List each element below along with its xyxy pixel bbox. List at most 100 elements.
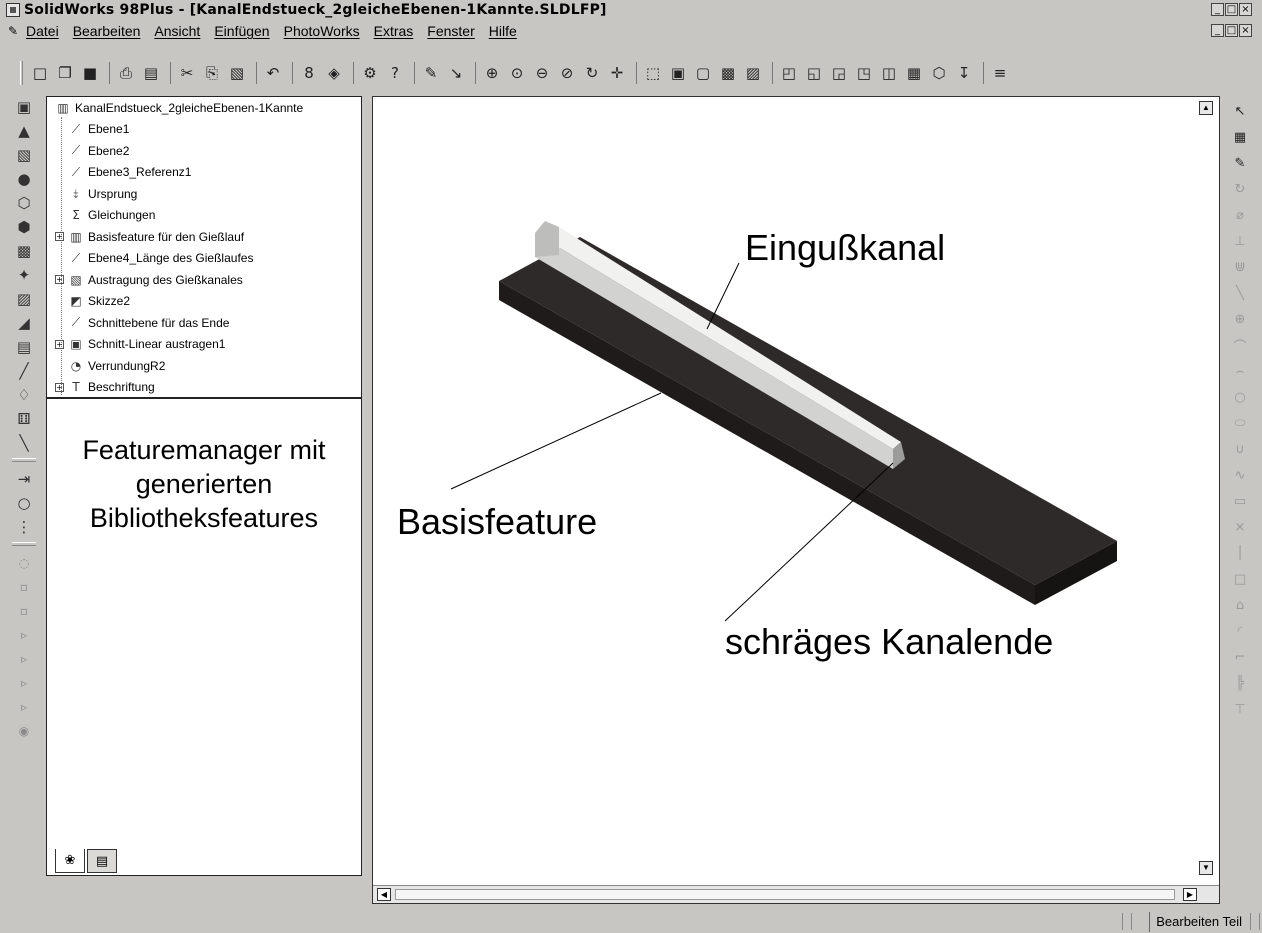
menu-einfuegen[interactable]: Einfügen [214, 23, 269, 39]
tree-item[interactable]: ⟋ Schnittebene für das Ende [55, 313, 230, 333]
print-icon[interactable]: ⎙ [115, 62, 137, 84]
extrude-boss-icon[interactable]: ▣ [12, 96, 36, 118]
trim-sketch-icon[interactable]: ⌐ [1229, 646, 1251, 668]
zoom-selection-icon[interactable]: ⊘ [556, 62, 578, 84]
shaded-icon[interactable]: ▩ [717, 62, 739, 84]
tree-item[interactable]: ⟋ Ebene3_Referenz1 [55, 162, 192, 182]
rib-icon[interactable]: ♢ [12, 384, 36, 406]
expand-icon[interactable]: + [55, 339, 64, 349]
zoom-area-icon[interactable]: ⊙ [506, 62, 528, 84]
convert-icon[interactable]: ⌂ [1229, 594, 1251, 616]
rotate-icon[interactable]: ↻ [581, 62, 603, 84]
pattern-icon-5[interactable]: ▹ [12, 672, 36, 694]
record-icon[interactable]: ◉ [12, 720, 36, 742]
split-icon[interactable]: ⊤ [1229, 698, 1251, 720]
smart-dimension-icon[interactable]: ↘ [445, 62, 467, 84]
menu-datei[interactable]: Datei [26, 23, 59, 39]
circle-icon[interactable]: ○ [1229, 386, 1251, 408]
tree-item[interactable]: ⤈ Ursprung [55, 184, 137, 204]
tree-item[interactable]: ◔ VerrundungR2 [55, 356, 166, 376]
solidworks-app-icon[interactable] [6, 3, 20, 17]
save-icon[interactable]: ■ [79, 62, 101, 84]
dim-tool-icon[interactable]: ≡ [989, 62, 1011, 84]
print-preview-icon[interactable]: ▤ [140, 62, 162, 84]
tree-item[interactable]: + ▣ Schnitt-Linear austragen1 [55, 334, 225, 354]
chamfer-icon[interactable]: ◢ [12, 312, 36, 334]
maximize-button[interactable]: □ [1225, 3, 1238, 16]
perspective-icon[interactable]: ▨ [742, 62, 764, 84]
pattern-icon-3[interactable]: ▹ [12, 624, 36, 646]
view-left-icon[interactable]: ◲ [828, 62, 850, 84]
circular-pattern-icon[interactable]: ◌ [12, 552, 36, 574]
expand-icon[interactable]: + [55, 232, 64, 241]
scroll-left-button[interactable]: ◀ [377, 888, 391, 901]
copy-icon[interactable]: ⎘ [201, 62, 223, 84]
loft-boss-icon[interactable]: ● [12, 168, 36, 190]
open-icon[interactable]: ❐ [54, 62, 76, 84]
whats-this-icon[interactable]: ? [384, 62, 406, 84]
ellipse-icon[interactable]: ⬭ [1229, 412, 1251, 434]
pattern-icon-1[interactable]: ▫ [12, 576, 36, 598]
sweep-cut-icon[interactable]: ▩ [12, 240, 36, 262]
sweep-boss-icon[interactable]: ▧ [12, 144, 36, 166]
view-right-icon[interactable]: ◳ [853, 62, 875, 84]
propertymanager-tab[interactable]: ▤ [87, 849, 117, 873]
revolve-cut-icon[interactable]: ⬢ [12, 216, 36, 238]
menu-fenster[interactable]: Fenster [427, 23, 474, 39]
menu-hilfe[interactable]: Hilfe [489, 23, 517, 39]
view-isometric-icon[interactable]: ⬡ [928, 62, 950, 84]
tree-item[interactable]: ⟋ Ebene1 [55, 119, 130, 139]
pattern-icon-6[interactable]: ▹ [12, 696, 36, 718]
view-top-icon[interactable]: ◫ [878, 62, 900, 84]
mirror-icon[interactable]: ⚅ [12, 408, 36, 430]
view-front-icon[interactable]: ◰ [778, 62, 800, 84]
featuremanager-tab[interactable]: ❀ [55, 849, 85, 873]
tree-item[interactable]: + ▧ Austragung des Gießkanales [55, 270, 243, 290]
parabola-icon[interactable]: ∪ [1229, 438, 1251, 460]
menu-extras[interactable]: Extras [374, 23, 414, 39]
grid-icon[interactable]: ▦ [1229, 126, 1251, 148]
extrude-cut-icon[interactable]: ⬡ [12, 192, 36, 214]
hidden-lines-gray-icon[interactable]: ▣ [667, 62, 689, 84]
wireframe-icon[interactable]: ⬚ [642, 62, 664, 84]
tree-item[interactable]: + T Beschriftung [55, 377, 155, 397]
tree-item[interactable]: Σ Gleichungen [55, 205, 155, 225]
scroll-down-button[interactable]: ▼ [1199, 861, 1213, 875]
arc-icon[interactable]: ⌒ [1229, 334, 1251, 356]
draft-icon[interactable]: ╱ [12, 360, 36, 382]
line-draw-icon[interactable]: ╲ [1229, 282, 1251, 304]
normal-to-icon[interactable]: ↧ [953, 62, 975, 84]
fix-icon[interactable]: ⋓ [1229, 256, 1251, 278]
doc-restore-button[interactable]: □ [1225, 24, 1238, 37]
fillet-sketch-icon[interactable]: ◜ [1229, 620, 1251, 642]
menu-bearbeiten[interactable]: Bearbeiten [73, 23, 141, 39]
offset-icon[interactable]: □ [1229, 568, 1251, 590]
close-button[interactable]: × [1239, 3, 1252, 16]
menu-ansicht[interactable]: Ansicht [154, 23, 200, 39]
document-icon[interactable]: ✎ [8, 24, 20, 38]
horizontal-scrollbar[interactable]: ◀ ▶ [373, 885, 1219, 903]
undo-icon[interactable]: ↶ [262, 62, 284, 84]
minimize-button[interactable]: _ [1211, 3, 1224, 16]
tree-item[interactable]: ⟋ Ebene2 [55, 141, 130, 161]
linear-pattern-icon[interactable]: ⋮ [12, 516, 36, 538]
options-icon[interactable]: ⚙ [359, 62, 381, 84]
spline-icon[interactable]: ∿ [1229, 464, 1251, 486]
part-model-view[interactable] [373, 97, 1219, 887]
tangent-arc-icon[interactable]: ⌢ [1229, 360, 1251, 382]
new-icon[interactable]: □ [29, 62, 51, 84]
tree-item[interactable]: ◩ Skizze2 [55, 291, 130, 311]
dimension-icon[interactable]: ⌀ [1229, 204, 1251, 226]
sketch-icon[interactable]: ✎ [420, 62, 442, 84]
loft-cut-icon[interactable]: ✦ [12, 264, 36, 286]
view-bottom-icon[interactable]: ▦ [903, 62, 925, 84]
edit-color-icon[interactable]: ◈ [323, 62, 345, 84]
shell-icon[interactable]: ▤ [12, 336, 36, 358]
scroll-right-button[interactable]: ▶ [1183, 888, 1197, 901]
tree-item[interactable]: ⟋ Ebene4_Länge des Gießlaufes [55, 248, 254, 268]
zoom-in-out-icon[interactable]: ⊖ [531, 62, 553, 84]
tree-item[interactable]: + ▥ Basisfeature für den Gießlauf [55, 227, 244, 247]
rectangle-icon[interactable]: ▭ [1229, 490, 1251, 512]
pan-icon[interactable]: ✛ [606, 62, 628, 84]
point-icon[interactable]: × [1229, 516, 1251, 538]
